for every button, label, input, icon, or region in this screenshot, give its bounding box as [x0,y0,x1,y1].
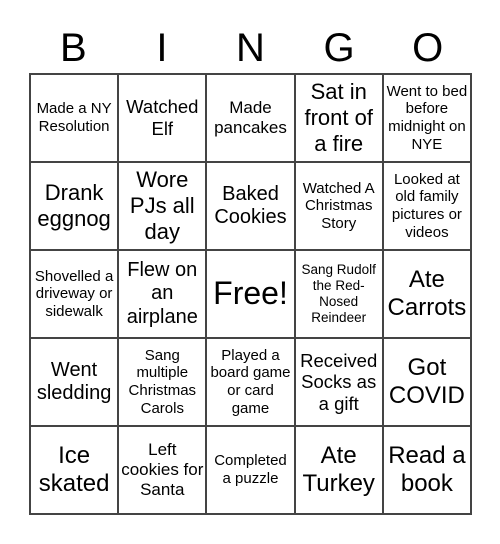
bingo-cell[interactable]: Went to bed before midnight on NYE [382,74,471,162]
bingo-cell[interactable]: Went sledding [30,338,119,426]
bingo-header: B I N G O [29,24,472,72]
bingo-cell[interactable]: Ice skated [30,426,119,514]
bingo-cell[interactable]: Ate Turkey [294,426,383,514]
bingo-cell[interactable]: Completed a puzzle [206,426,295,514]
bingo-cell[interactable]: Received Socks as a gift [294,338,383,426]
header-letter-o: O [412,26,444,70]
header-letter-n: N [236,26,265,70]
bingo-cell[interactable]: Left cookies for Santa [118,426,207,514]
bingo-cell[interactable]: Looked at old family pictures or videos [382,162,471,250]
bingo-cell[interactable]: Got COVID [382,338,471,426]
bingo-cell[interactable]: Made a NY Resolution [30,74,119,162]
bingo-cell[interactable]: Sang multiple Christmas Carols [118,338,207,426]
header-letter-b: B [59,26,87,70]
bingo-cell[interactable]: Sat in front of a fire [294,74,383,162]
bingo-grid: Made a NY Resolution Watched Elf Made pa… [29,73,472,515]
bingo-cell[interactable]: Made pancakes [206,74,295,162]
bingo-cell[interactable]: Read a book [382,426,471,514]
bingo-cell[interactable]: Drank eggnog [30,162,119,250]
bingo-cell[interactable]: Watched A Christmas Story [294,162,383,250]
bingo-cell[interactable]: Shovelled a driveway or sidewalk [30,250,119,338]
header-letter-g: G [323,26,355,70]
bingo-cell[interactable]: Watched Elf [118,74,207,162]
bingo-cell[interactable]: Baked Cookies [206,162,295,250]
bingo-cell[interactable]: Played a board game or card game [206,338,295,426]
bingo-cell[interactable]: Wore PJs all day [118,162,207,250]
free-cell[interactable]: Free! [206,250,295,338]
bingo-cell[interactable]: Flew on an airplane [118,250,207,338]
header-letter-i: I [156,26,168,70]
bingo-cell[interactable]: Sang Rudolf the Red-Nosed Reindeer [294,250,383,338]
bingo-cell[interactable]: Ate Carrots [382,250,471,338]
